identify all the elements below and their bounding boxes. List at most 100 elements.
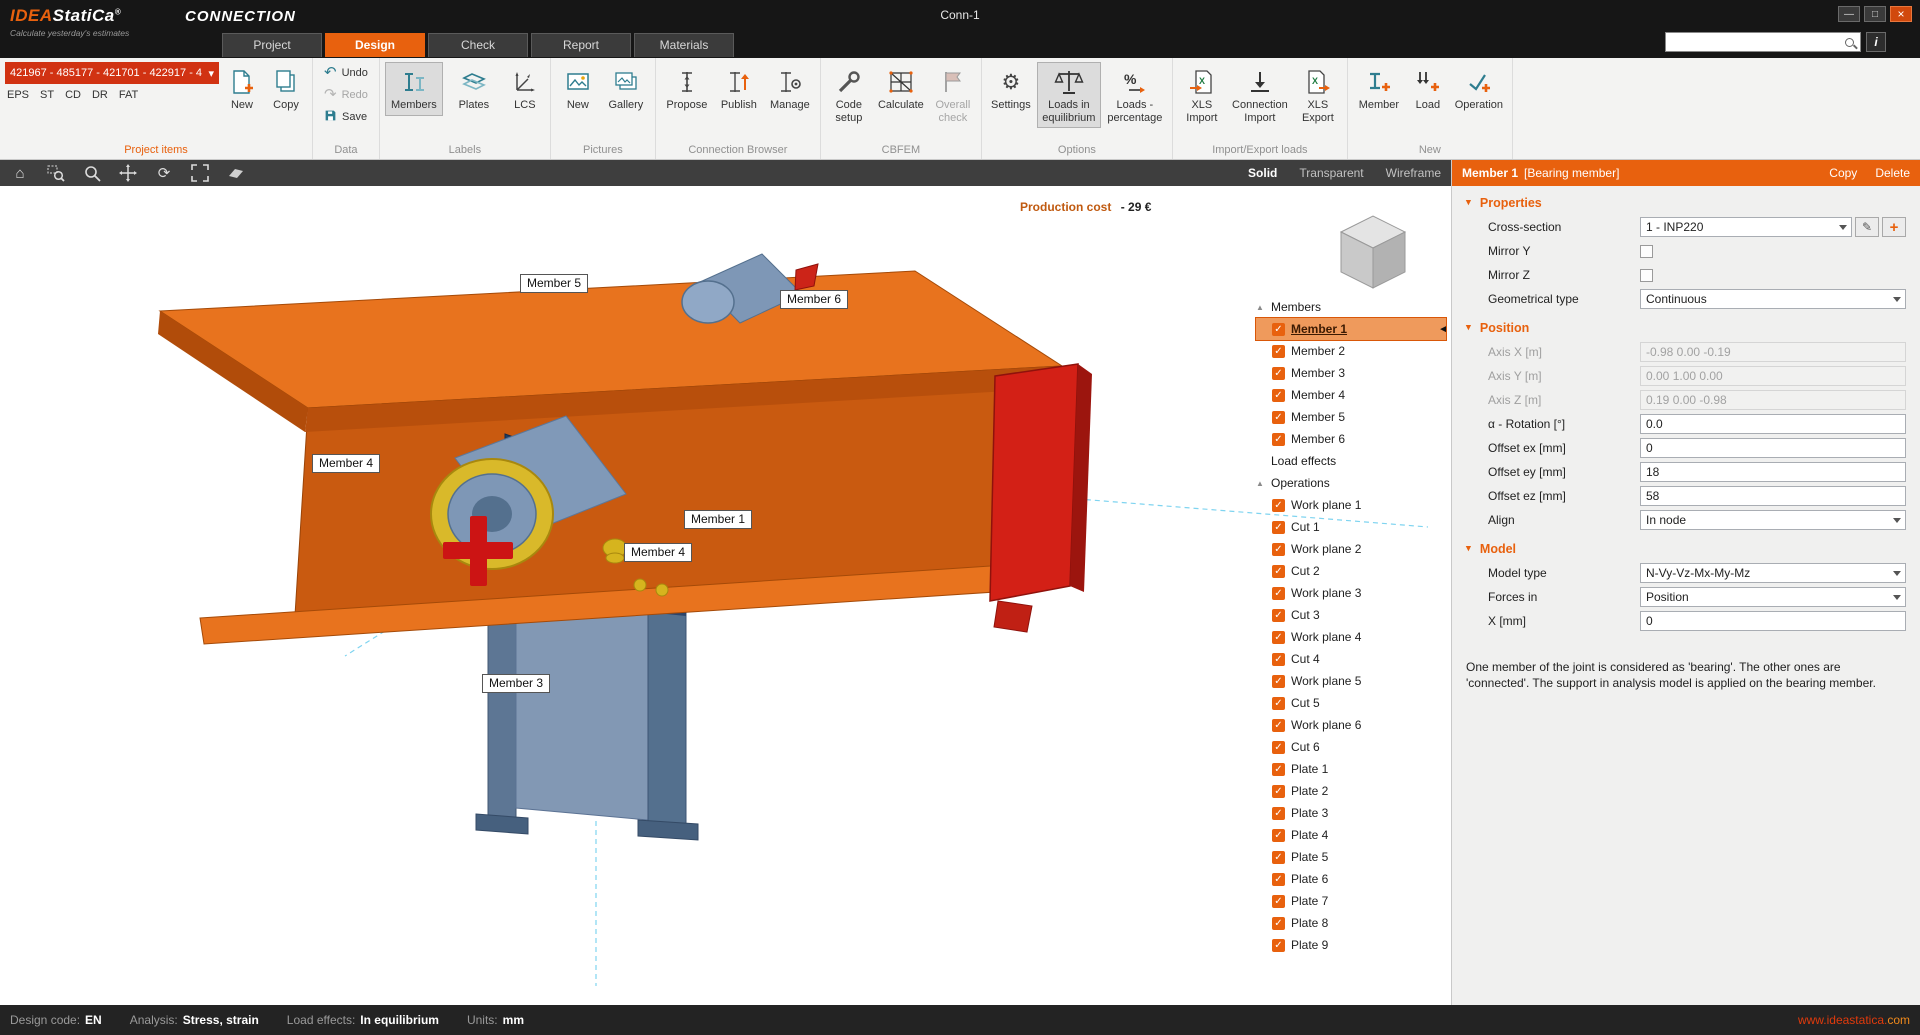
section-collapse-icon[interactable]: ▲ [1464, 198, 1473, 208]
tree-item[interactable]: ✓ Member 4 [1256, 384, 1446, 406]
clipping-plane-button[interactable] [226, 163, 246, 183]
tab-report[interactable]: Report [531, 33, 631, 57]
tab-check[interactable]: Check [428, 33, 528, 57]
tree-item[interactable]: ✓ Member 1 ◄ [1255, 317, 1448, 341]
load-effects-value[interactable]: In equilibrium [360, 1013, 439, 1027]
tree-item[interactable]: ✓ Plate 2 [1256, 780, 1446, 802]
checkbox-checked-icon[interactable]: ✓ [1272, 784, 1285, 798]
zoom-button[interactable] [82, 163, 102, 183]
overall-check-button[interactable]: Overall check [930, 62, 976, 128]
xls-import-button[interactable]: X XLS Import [1178, 62, 1226, 128]
publish-button[interactable]: Publish [715, 62, 763, 116]
info-button[interactable]: i [1866, 32, 1886, 52]
checkbox-checked-icon[interactable]: ✓ [1272, 916, 1285, 930]
code-setup-button[interactable]: Code setup [826, 62, 872, 128]
project-item-dropdown[interactable]: 421967 - 485177 - 421701 - 422917 - 4 ▾ [5, 62, 219, 84]
tree-item[interactable]: ✓ Plate 4 [1256, 824, 1446, 846]
labels-members-toggle[interactable]: Members [384, 62, 443, 116]
code-toggle-st[interactable]: ST [40, 89, 54, 101]
member-label-6[interactable]: Member 6 [780, 290, 849, 309]
manage-button[interactable]: Manage [765, 62, 815, 116]
section-position[interactable]: ▲ Position [1452, 311, 1920, 340]
tree-item[interactable]: ✓ Work plane 3 [1256, 582, 1446, 604]
checkbox-checked-icon[interactable]: ✓ [1272, 586, 1285, 600]
tree-item[interactable]: ✓ Cut 6 [1256, 736, 1446, 758]
checkbox-checked-icon[interactable]: ✓ [1272, 322, 1285, 336]
tree-group-load-effects[interactable]: Load effects [1256, 450, 1446, 472]
rotate-view-button[interactable]: ⟳ [154, 163, 174, 183]
labels-plates-toggle[interactable]: Plates [445, 62, 503, 116]
new-member-button[interactable]: Member [1353, 62, 1405, 116]
tree-item[interactable]: ✓ Member 3 [1256, 362, 1446, 384]
cross-section-select[interactable]: 1 - INP220 [1640, 217, 1852, 237]
tree-group-members[interactable]: ▲ Members [1256, 296, 1446, 318]
tab-project[interactable]: Project [222, 33, 322, 57]
checkbox-checked-icon[interactable]: ✓ [1272, 762, 1285, 776]
labels-lcs-toggle[interactable]: LCS [505, 62, 545, 116]
code-toggle-dr[interactable]: DR [92, 89, 108, 101]
tree-item[interactable]: ✓ Cut 2 [1256, 560, 1446, 582]
code-toggle-eps[interactable]: EPS [7, 89, 29, 101]
new-load-button[interactable]: Load [1407, 62, 1449, 116]
tree-item[interactable]: ✓ Work plane 4 [1256, 626, 1446, 648]
tree-item[interactable]: ✓ Plate 9 [1256, 934, 1446, 956]
checkbox-checked-icon[interactable]: ✓ [1272, 938, 1285, 952]
new-operation-button[interactable]: Operation [1451, 62, 1507, 116]
member-label-4a[interactable]: Member 4 [312, 454, 381, 473]
checkbox-checked-icon[interactable]: ✓ [1272, 894, 1285, 908]
geometrical-type-select[interactable]: Continuous [1640, 289, 1906, 309]
tree-item[interactable]: ✓ Cut 1 [1256, 516, 1446, 538]
design-code-value[interactable]: EN [85, 1013, 102, 1027]
forces-in-select[interactable]: Position [1640, 587, 1906, 607]
checkbox-checked-icon[interactable]: ✓ [1272, 542, 1285, 556]
align-select[interactable]: In node [1640, 510, 1906, 530]
viewport-3d[interactable]: Production cost - 29 € Member 5 Member 6… [0, 186, 1451, 1005]
minimize-button[interactable]: — [1838, 6, 1860, 22]
checkbox-checked-icon[interactable]: ✓ [1272, 630, 1285, 644]
tree-item[interactable]: ✓ Plate 6 [1256, 868, 1446, 890]
checkbox-checked-icon[interactable]: ✓ [1272, 718, 1285, 732]
propose-button[interactable]: Propose [661, 62, 713, 116]
3d-scene[interactable] [0, 186, 1451, 1005]
tree-item[interactable]: ✓ Work plane 2 [1256, 538, 1446, 560]
code-toggle-cd[interactable]: CD [65, 89, 81, 101]
checkbox-checked-icon[interactable]: ✓ [1272, 498, 1285, 512]
picture-new-button[interactable]: New [556, 62, 600, 116]
tab-design[interactable]: Design [325, 33, 425, 57]
tree-item[interactable]: ✓ Plate 1 [1256, 758, 1446, 780]
website-link[interactable]: www.ideastatica.com [1798, 1013, 1910, 1027]
save-button[interactable]: Save [318, 106, 374, 128]
settings-button[interactable]: ⚙ Settings [987, 62, 1035, 116]
xls-export-button[interactable]: X XLS Export [1294, 62, 1342, 128]
tree-item[interactable]: ✓ Plate 7 [1256, 890, 1446, 912]
tree-item[interactable]: ✓ Member 6 [1256, 428, 1446, 450]
panel-copy-button[interactable]: Copy [1829, 166, 1857, 180]
render-mode-solid[interactable]: Solid [1248, 166, 1277, 180]
loads-percentage-button[interactable]: % Loads - percentage [1103, 62, 1167, 128]
calculate-button[interactable]: Calculate [874, 62, 928, 116]
zoom-fit-button[interactable] [190, 163, 210, 183]
checkbox-checked-icon[interactable]: ✓ [1272, 806, 1285, 820]
checkbox-checked-icon[interactable]: ✓ [1272, 828, 1285, 842]
picture-gallery-button[interactable]: Gallery [602, 62, 650, 116]
close-button[interactable]: × [1890, 6, 1912, 22]
member-label-3[interactable]: Member 3 [482, 674, 551, 693]
checkbox-checked-icon[interactable]: ✓ [1272, 850, 1285, 864]
tree-item[interactable]: ✓ Plate 5 [1256, 846, 1446, 868]
mirror-y-checkbox[interactable] [1640, 244, 1653, 258]
units-value[interactable]: mm [503, 1013, 524, 1027]
tree-item[interactable]: ✓ Work plane 5 [1256, 670, 1446, 692]
tree-group-operations[interactable]: ▲ Operations [1256, 472, 1446, 494]
member-label-4b[interactable]: Member 4 [624, 543, 693, 562]
model-type-select[interactable]: N-Vy-Vz-Mx-My-Mz [1640, 563, 1906, 583]
x-mm-field[interactable]: 0 [1640, 611, 1906, 631]
redo-button[interactable]: ↷ Redo [318, 84, 374, 105]
tree-item[interactable]: ✓ Cut 5 [1256, 692, 1446, 714]
tree-item[interactable]: ✓ Member 2 [1256, 340, 1446, 362]
tab-materials[interactable]: Materials [634, 33, 734, 57]
pan-button[interactable] [118, 163, 138, 183]
search-input[interactable] [1666, 34, 1845, 50]
member-label-5[interactable]: Member 5 [520, 274, 589, 293]
checkbox-checked-icon[interactable]: ✓ [1272, 740, 1285, 754]
offset-ex-field[interactable]: 0 [1640, 438, 1906, 458]
